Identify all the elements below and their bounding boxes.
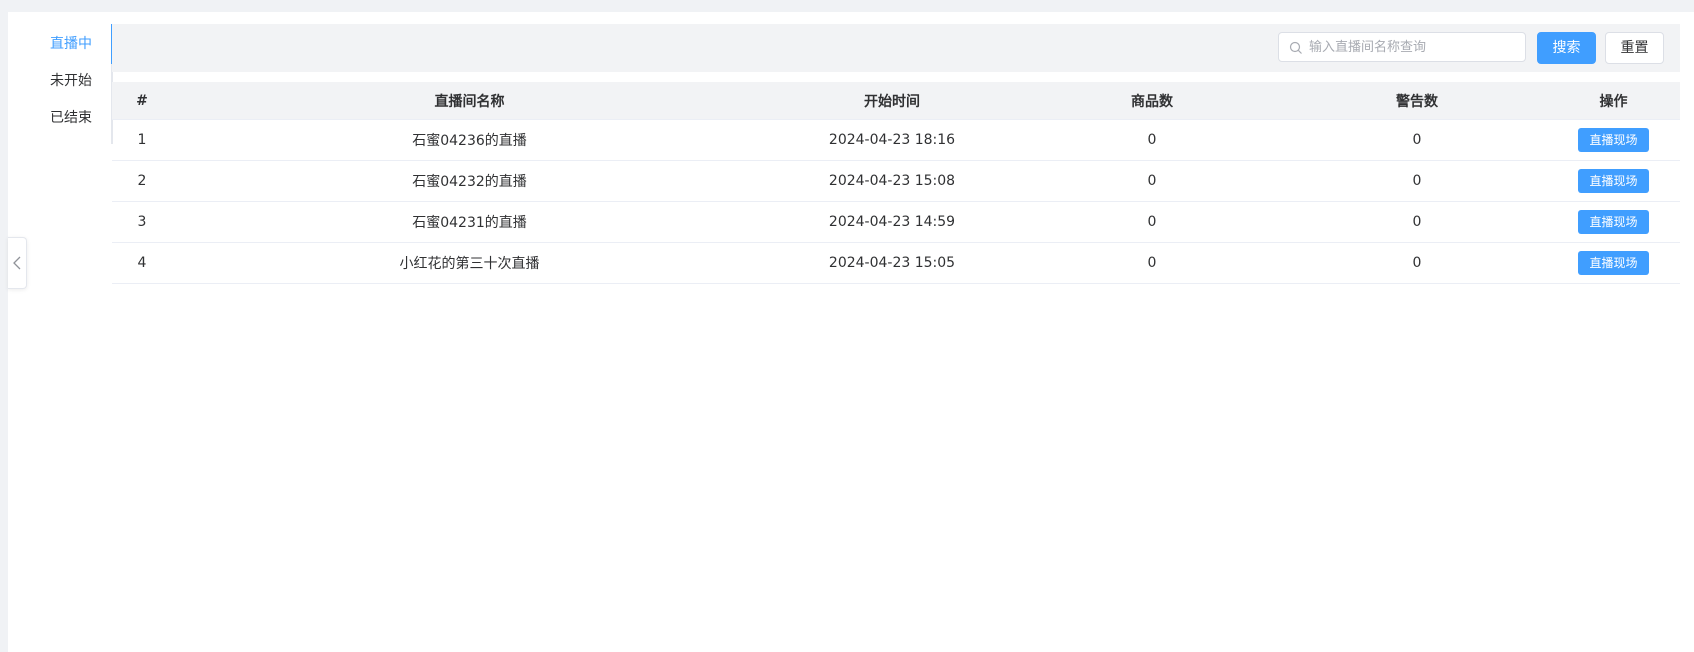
cell-goods-count: 0 bbox=[1147, 214, 1157, 230]
table-header: # 直播间名称 开始时间 商品数 警告数 操作 bbox=[112, 82, 1680, 120]
cell-index: 4 bbox=[137, 255, 147, 271]
cell-start-time: 2024-04-23 18:16 bbox=[828, 132, 956, 148]
search-icon bbox=[1289, 41, 1302, 54]
cell-actions: 直播现场 bbox=[1547, 210, 1680, 234]
tab-live-label: 直播中 bbox=[50, 36, 92, 52]
tab-ended-label: 已结束 bbox=[50, 110, 92, 126]
header-goods-count: 商品数 bbox=[1131, 93, 1173, 110]
cell-room-name: 石蜜04236的直播 bbox=[412, 133, 527, 149]
reset-button[interactable]: 重置 bbox=[1605, 32, 1664, 64]
tab-live[interactable]: 直播中 bbox=[38, 24, 113, 64]
cell-warning-count: 0 bbox=[1412, 173, 1422, 189]
table-row: 4 小红花的第三十次直播 2024-04-23 15:05 0 0 直播现场 bbox=[112, 243, 1680, 284]
cell-start-time: 2024-04-23 15:05 bbox=[828, 255, 956, 271]
status-tabs: 直播中 未开始 已结束 bbox=[38, 24, 113, 144]
cell-room-name: 石蜜04232的直播 bbox=[412, 174, 527, 190]
cell-warning-count: 0 bbox=[1412, 214, 1422, 230]
live-scene-button[interactable]: 直播现场 bbox=[1578, 210, 1649, 234]
header-room-name: 直播间名称 bbox=[434, 93, 505, 110]
tab-not-started-label: 未开始 bbox=[50, 73, 92, 89]
live-room-table: # 直播间名称 开始时间 商品数 警告数 操作 1 石蜜04236的直播 202… bbox=[112, 82, 1680, 284]
cell-goods-count: 0 bbox=[1147, 173, 1157, 189]
cell-index: 1 bbox=[137, 132, 147, 148]
tab-not-started[interactable]: 未开始 bbox=[38, 61, 111, 101]
table-row: 3 石蜜04231的直播 2024-04-23 14:59 0 0 直播现场 bbox=[112, 202, 1680, 243]
cell-room-name: 石蜜04231的直播 bbox=[412, 215, 527, 231]
sidebar-collapse-handle[interactable] bbox=[8, 237, 27, 289]
search-button[interactable]: 搜索 bbox=[1537, 32, 1596, 64]
header-start-time: 开始时间 bbox=[864, 93, 920, 110]
cell-actions: 直播现场 bbox=[1547, 128, 1680, 152]
header-warning-count: 警告数 bbox=[1396, 93, 1438, 110]
tab-ended[interactable]: 已结束 bbox=[38, 98, 111, 138]
cell-warning-count: 0 bbox=[1412, 255, 1422, 271]
cell-warning-count: 0 bbox=[1412, 132, 1422, 148]
search-input[interactable] bbox=[1309, 33, 1519, 61]
chevron-left-icon bbox=[13, 256, 21, 270]
live-scene-button[interactable]: 直播现场 bbox=[1578, 251, 1649, 275]
cell-index: 2 bbox=[137, 173, 147, 189]
table-row: 2 石蜜04232的直播 2024-04-23 15:08 0 0 直播现场 bbox=[112, 161, 1680, 202]
cell-start-time: 2024-04-23 15:08 bbox=[828, 173, 956, 189]
cell-actions: 直播现场 bbox=[1547, 251, 1680, 275]
cell-start-time: 2024-04-23 14:59 bbox=[828, 214, 956, 230]
header-actions: 操作 bbox=[1599, 93, 1628, 110]
cell-goods-count: 0 bbox=[1147, 132, 1157, 148]
cell-index: 3 bbox=[137, 214, 147, 230]
cell-actions: 直播现场 bbox=[1547, 169, 1680, 193]
cell-room-name: 小红花的第三十次直播 bbox=[399, 256, 540, 272]
header-index: # bbox=[136, 92, 148, 109]
live-scene-button[interactable]: 直播现场 bbox=[1578, 169, 1649, 193]
cell-goods-count: 0 bbox=[1147, 255, 1157, 271]
table-row: 1 石蜜04236的直播 2024-04-23 18:16 0 0 直播现场 bbox=[112, 120, 1680, 161]
live-scene-button[interactable]: 直播现场 bbox=[1578, 128, 1649, 152]
search-bar: 搜索 重置 bbox=[112, 24, 1680, 72]
search-field[interactable] bbox=[1278, 32, 1526, 62]
